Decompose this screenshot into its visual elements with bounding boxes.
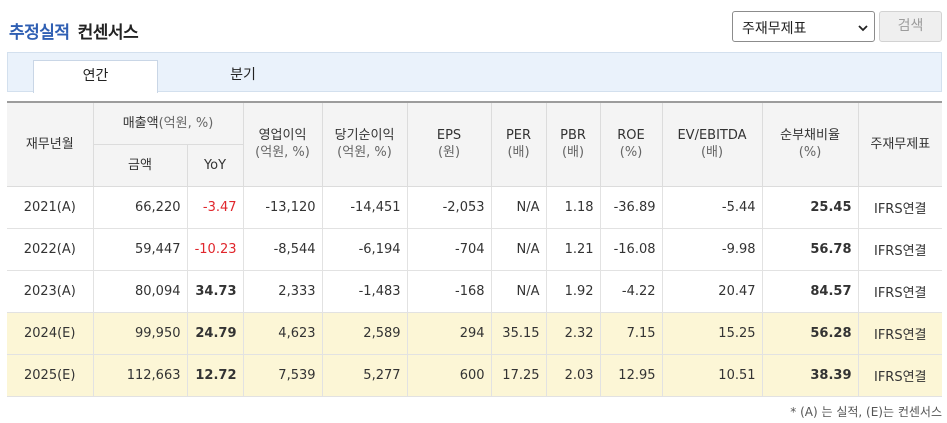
cell-roe: -36.89 xyxy=(599,185,663,229)
table-row: 2025(E) 112,663 12.72 7,539 5,277 600 17.25 2.0… xyxy=(7,353,943,397)
cell-ev-ebitda: 10.51 xyxy=(661,353,763,397)
header-op-income: 영업이익 (억원, %) xyxy=(242,101,323,187)
cell-yoy: 34.73 xyxy=(186,269,244,313)
cell-ev-ebitda: 20.47 xyxy=(661,269,763,313)
cell-ev-ebitda: -5.44 xyxy=(661,185,763,229)
cell-pbr: 1.92 xyxy=(545,269,601,313)
tab-quarterly[interactable]: 분기 xyxy=(168,60,318,93)
title-estimate: 추정실적 xyxy=(9,23,70,43)
cell-eps: 294 xyxy=(406,311,492,355)
header-per: PER (배) xyxy=(490,101,547,187)
cell-period: 2022(A) xyxy=(7,227,94,271)
header-sales: 매출액(억원, %) xyxy=(92,101,244,145)
header-net-income: 당기순이익 (억원, %) xyxy=(321,101,408,187)
cell-per: 17.25 xyxy=(490,353,547,397)
cell-pbr: 2.03 xyxy=(545,353,601,397)
footnote: * (A) 는 실적, (E)는 컨센서스 xyxy=(790,405,942,419)
consensus-table: 재무년월 매출액(억원, %) 영업이익 (억원, %) 당기순이익 (억원, %)… xyxy=(7,101,943,397)
title-consensus: 컨센서스 xyxy=(77,23,139,43)
cell-op-income: 4,623 xyxy=(242,311,323,355)
cell-net-income: -14,451 xyxy=(321,185,408,229)
cell-period: 2024(E) xyxy=(7,311,94,355)
cell-net-income: 5,277 xyxy=(321,353,408,397)
cell-ev-ebitda: 15.25 xyxy=(661,311,763,355)
table-row: 2023(A) 80,094 34.73 2,333 -1,483 -168 N/A 1.92… xyxy=(7,269,943,313)
table-row: 2024(E) 99,950 24.79 4,623 2,589 294 35.15 2.32… xyxy=(7,311,943,355)
header-pbr: PBR (배) xyxy=(545,101,601,187)
table-row: 2022(A) 59,447 -10.23 -8,544 -6,194 -704 N/A 1.… xyxy=(7,227,943,271)
chevron-down-icon xyxy=(858,25,868,32)
cell-yoy: -10.23 xyxy=(186,227,244,271)
cell-statement: IFRS연결 xyxy=(857,269,943,313)
tab-annual[interactable]: 연간 xyxy=(33,60,158,93)
cell-pbr: 1.21 xyxy=(545,227,601,271)
cell-roe: -16.08 xyxy=(599,227,663,271)
search-button[interactable]: 검색 xyxy=(879,11,942,42)
cell-op-income: -8,544 xyxy=(242,227,323,271)
cell-debt-ratio: 56.78 xyxy=(761,227,859,271)
cell-pbr: 1.18 xyxy=(545,185,601,229)
header: 추정실적 컨센서스 주재무제표 검색 xyxy=(0,0,947,50)
cell-op-income: 7,539 xyxy=(242,353,323,397)
header-roe: ROE (%) xyxy=(599,101,663,187)
cell-net-income: -6,194 xyxy=(321,227,408,271)
cell-roe: 12.95 xyxy=(599,353,663,397)
period-tabs: 연간 분기 xyxy=(7,52,942,93)
cell-roe: 7.15 xyxy=(599,311,663,355)
cell-eps: -168 xyxy=(406,269,492,313)
cell-net-income: 2,589 xyxy=(321,311,408,355)
header-debt-ratio: 순부채비율 (%) xyxy=(761,101,859,187)
cell-eps: -2,053 xyxy=(406,185,492,229)
cell-sales: 112,663 xyxy=(92,353,188,397)
cell-pbr: 2.32 xyxy=(545,311,601,355)
cell-per: 35.15 xyxy=(490,311,547,355)
select-value: 주재무제표 xyxy=(742,21,807,37)
cell-per: N/A xyxy=(490,269,547,313)
cell-statement: IFRS연결 xyxy=(857,185,943,229)
cell-yoy: -3.47 xyxy=(186,185,244,229)
header-sales-amount: 금액 xyxy=(92,143,188,187)
cell-eps: -704 xyxy=(406,227,492,271)
statement-type-select[interactable]: 주재무제표 xyxy=(732,11,875,42)
header-sales-yoy: YoY xyxy=(186,143,244,187)
cell-sales: 59,447 xyxy=(92,227,188,271)
cell-debt-ratio: 38.39 xyxy=(761,353,859,397)
cell-debt-ratio: 25.45 xyxy=(761,185,859,229)
cell-sales: 99,950 xyxy=(92,311,188,355)
header-period: 재무년월 xyxy=(7,101,94,187)
header-statement: 주재무제표 xyxy=(857,101,943,187)
cell-debt-ratio: 56.28 xyxy=(761,311,859,355)
cell-per: N/A xyxy=(490,227,547,271)
cell-statement: IFRS연결 xyxy=(857,353,943,397)
header-ev-ebitda: EV/EBITDA (배) xyxy=(661,101,763,187)
page-title: 추정실적 컨센서스 xyxy=(9,18,139,43)
cell-sales: 66,220 xyxy=(92,185,188,229)
cell-period: 2021(A) xyxy=(7,185,94,229)
cell-statement: IFRS연결 xyxy=(857,227,943,271)
cell-yoy: 24.79 xyxy=(186,311,244,355)
cell-ev-ebitda: -9.98 xyxy=(661,227,763,271)
cell-eps: 600 xyxy=(406,353,492,397)
cell-sales: 80,094 xyxy=(92,269,188,313)
cell-net-income: -1,483 xyxy=(321,269,408,313)
cell-period: 2025(E) xyxy=(7,353,94,397)
header-eps: EPS (원) xyxy=(406,101,492,187)
cell-statement: IFRS연결 xyxy=(857,311,943,355)
table-row: 2021(A) 66,220 -3.47 -13,120 -14,451 -2,053 N/… xyxy=(7,185,943,229)
cell-op-income: 2,333 xyxy=(242,269,323,313)
cell-op-income: -13,120 xyxy=(242,185,323,229)
cell-period: 2023(A) xyxy=(7,269,94,313)
cell-per: N/A xyxy=(490,185,547,229)
cell-roe: -4.22 xyxy=(599,269,663,313)
cell-debt-ratio: 84.57 xyxy=(761,269,859,313)
cell-yoy: 12.72 xyxy=(186,353,244,397)
